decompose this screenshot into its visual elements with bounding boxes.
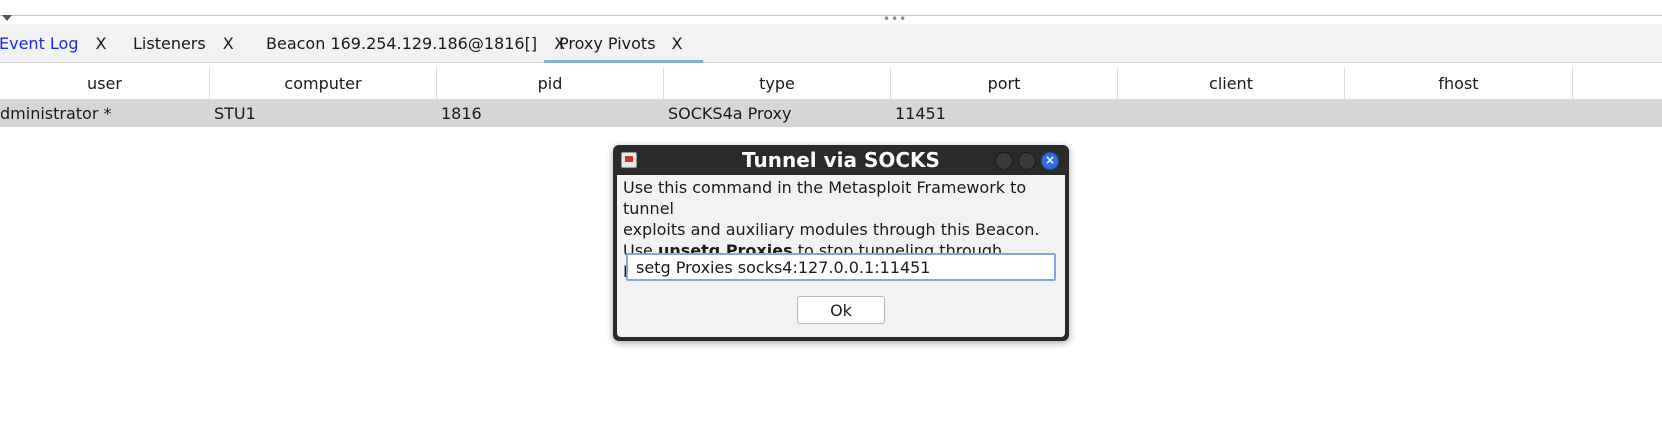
- tab-proxy-pivots[interactable]: Proxy Pivots X: [544, 24, 703, 63]
- cell-user: dministrator *: [0, 104, 112, 123]
- column-header-client[interactable]: client: [1118, 67, 1345, 99]
- dialog-titlebar[interactable]: Tunnel via SOCKS ×: [613, 145, 1069, 175]
- split-pane-grip[interactable]: •••: [883, 13, 907, 25]
- column-header-port[interactable]: port: [891, 67, 1118, 99]
- close-icon[interactable]: ×: [1041, 152, 1059, 170]
- tab-bar: Event Log X Listeners X Beacon 169.254.1…: [0, 24, 1662, 63]
- column-header-pid[interactable]: pid: [437, 67, 664, 99]
- app-window: ••• Event Log X Listeners X Beacon 169.2…: [0, 0, 1662, 434]
- dialog-body: Use this command in the Metasploit Frame…: [617, 175, 1065, 337]
- message-line-2: exploits and auxiliary modules through t…: [623, 220, 1040, 239]
- proxy-pivots-table: user computer pid type port client fhost…: [0, 67, 1662, 127]
- column-header-computer[interactable]: computer: [210, 67, 437, 99]
- tab-label: Listeners: [133, 33, 206, 53]
- column-header-fhost[interactable]: fhost: [1345, 67, 1573, 99]
- cell-client: [1118, 100, 1345, 127]
- tab-event-log[interactable]: Event Log X: [0, 24, 106, 62]
- tunnel-via-socks-dialog: Tunnel via SOCKS × Use this command in t…: [613, 145, 1069, 341]
- collapse-arrow-icon[interactable]: [2, 15, 12, 21]
- tab-beacon[interactable]: Beacon 169.254.129.186@1816[] X: [266, 24, 565, 62]
- maximize-button[interactable]: [1018, 152, 1036, 170]
- cell-pid: 1816: [441, 104, 482, 123]
- column-header-type[interactable]: type: [664, 67, 891, 99]
- column-header-user[interactable]: user: [0, 67, 210, 99]
- tab-close-icon[interactable]: X: [96, 34, 107, 53]
- message-line-1: Use this command in the Metasploit Frame…: [623, 178, 1027, 218]
- cell-fhost: [1345, 100, 1573, 127]
- tab-label: Beacon 169.254.129.186@1816[]: [266, 33, 538, 53]
- tab-close-icon[interactable]: X: [672, 34, 683, 53]
- table-row[interactable]: dministrator * STU1 1816 SOCKS4a Proxy 1…: [0, 100, 1662, 127]
- tab-close-icon[interactable]: X: [223, 34, 234, 53]
- minimize-button[interactable]: [995, 152, 1013, 170]
- cell-port: 11451: [895, 104, 946, 123]
- ok-button[interactable]: Ok: [797, 296, 885, 324]
- tab-label: Proxy Pivots: [559, 33, 656, 53]
- tab-label: Event Log: [0, 33, 79, 53]
- tab-listeners[interactable]: Listeners X: [133, 24, 234, 62]
- table-header: user computer pid type port client fhost: [0, 67, 1662, 100]
- top-pane-strip: [0, 0, 1662, 16]
- cell-type: SOCKS4a Proxy: [668, 104, 792, 123]
- command-field[interactable]: [626, 253, 1056, 281]
- cell-computer: STU1: [214, 104, 256, 123]
